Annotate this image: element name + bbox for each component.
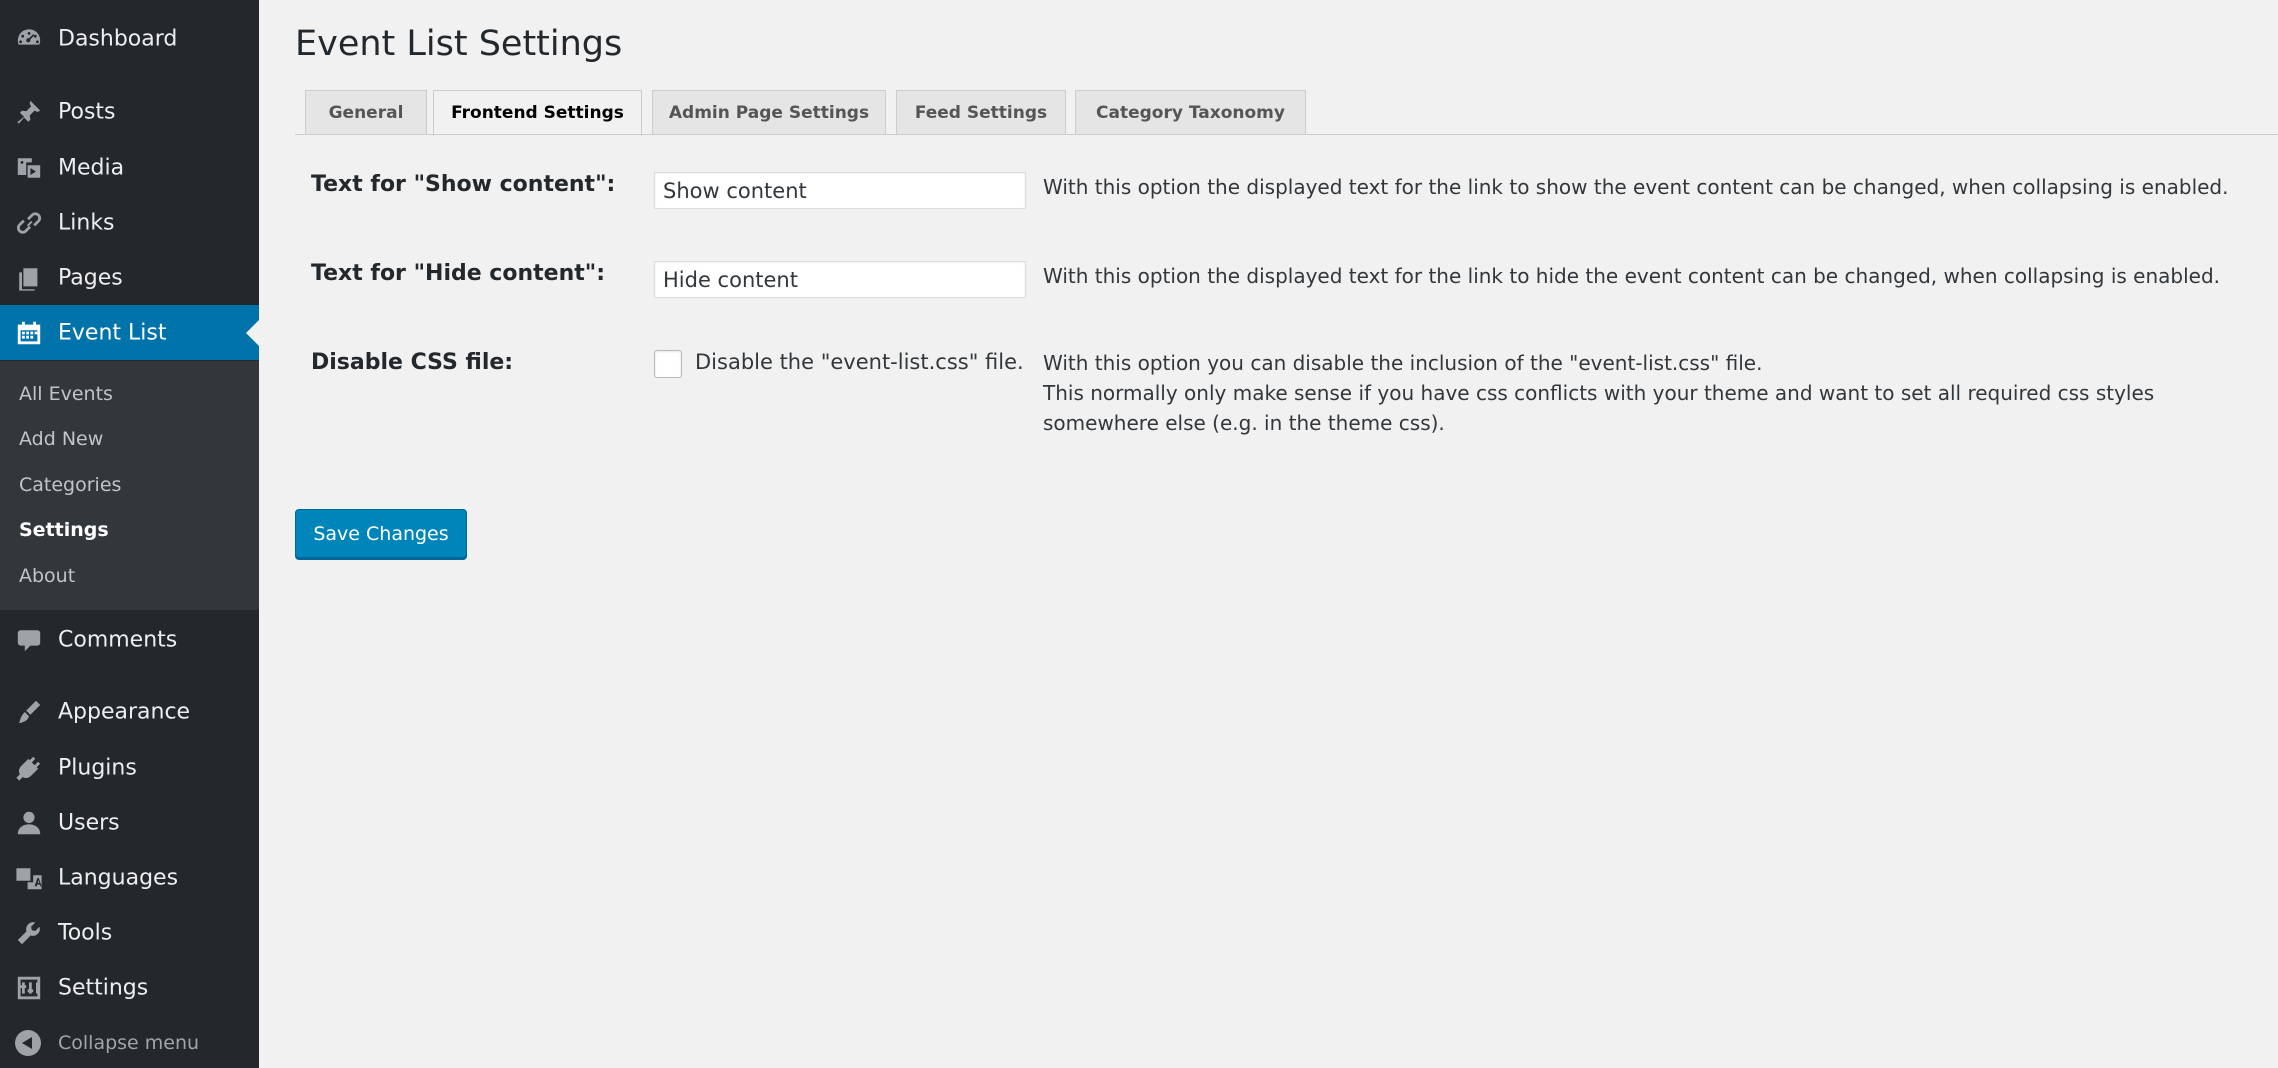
paintbrush-icon <box>14 697 44 727</box>
sidebar-item-label: Links <box>58 210 115 235</box>
sidebar-item-appearance[interactable]: Appearance <box>0 684 259 739</box>
show-content-label: Text for "Show content": <box>311 172 616 197</box>
sidebar-item-users[interactable]: Users <box>0 795 259 850</box>
sidebar-item-label: Users <box>58 810 120 835</box>
sidebar-item-comments[interactable]: Comments <box>0 612 259 667</box>
save-changes-button[interactable]: Save Changes <box>295 509 467 558</box>
submenu-item-all-events[interactable]: All Events <box>19 383 113 405</box>
sidebar-item-label: Appearance <box>58 699 191 724</box>
collapse-menu-label: Collapse menu <box>58 1031 200 1054</box>
comment-icon <box>14 625 44 655</box>
sidebar-item-dashboard[interactable]: Dashboard <box>0 11 259 66</box>
disable-css-label: Disable CSS file: <box>311 350 514 375</box>
translation-icon <box>14 863 44 893</box>
sidebar-item-label: Posts <box>58 99 116 124</box>
submenu-item-categories[interactable]: Categories <box>19 474 121 496</box>
pushpin-icon <box>14 97 44 127</box>
collapse-arrow-icon <box>15 1029 41 1056</box>
sidebar-item-label: Event List <box>58 320 167 345</box>
user-icon <box>14 808 44 838</box>
submenu-item-add-new[interactable]: Add New <box>19 428 103 450</box>
sidebar-item-label: Dashboard <box>58 26 178 51</box>
event-list-submenu: All Events Add New Categories Settings A… <box>0 361 259 610</box>
sidebar-item-tools[interactable]: Tools <box>0 905 259 960</box>
wrench-icon <box>14 918 44 948</box>
sidebar-item-label: Comments <box>58 627 178 652</box>
dashboard-icon <box>14 24 44 54</box>
sidebar-item-label: Tools <box>58 920 113 945</box>
hide-content-description: With this option the displayed text for … <box>1043 264 2221 288</box>
submenu-item-settings[interactable]: Settings <box>19 519 109 541</box>
page-title: Event List Settings <box>295 24 623 64</box>
sidebar-item-media[interactable]: Media <box>0 140 259 195</box>
media-icon <box>14 153 44 183</box>
tab-frontend-settings[interactable]: Frontend Settings <box>433 90 642 136</box>
sidebar-item-label: Plugins <box>58 755 137 780</box>
plugin-icon <box>14 753 44 783</box>
sidebar-item-label: Languages <box>58 865 179 890</box>
sidebar-item-plugins[interactable]: Plugins <box>0 740 259 795</box>
tab-admin-page-settings[interactable]: Admin Page Settings <box>652 90 886 135</box>
hide-content-input[interactable] <box>654 261 1026 298</box>
calendar-icon <box>14 318 44 348</box>
tab-general[interactable]: General <box>305 90 427 135</box>
sidebar-item-label: Media <box>58 155 125 180</box>
hide-content-label: Text for "Hide content": <box>311 261 606 286</box>
submenu-item-about[interactable]: About <box>19 565 75 587</box>
sidebar-item-posts[interactable]: Posts <box>0 84 259 139</box>
sidebar-item-languages[interactable]: Languages <box>0 850 259 905</box>
disable-css-description-line-2: This normally only make sense if you hav… <box>1043 381 2155 405</box>
sidebar-item-links[interactable]: Links <box>0 195 259 250</box>
disable-css-checkbox[interactable] <box>654 350 682 378</box>
disable-css-checkbox-label[interactable]: Disable the "event-list.css" file. <box>695 350 1024 374</box>
pages-icon <box>14 263 44 293</box>
disable-css-description-line-3: somewhere else (e.g. in the theme css). <box>1043 411 1445 435</box>
disable-css-description-line-1: With this option you can disable the inc… <box>1043 351 1763 375</box>
tabs-divider <box>295 134 2278 135</box>
admin-sidebar: Dashboard Posts Media Links Pages Event … <box>0 0 259 1068</box>
show-content-description: With this option the displayed text for … <box>1043 175 2229 199</box>
sidebar-item-label: Pages <box>58 265 123 290</box>
show-content-input[interactable] <box>654 172 1026 209</box>
sliders-icon <box>14 973 44 1003</box>
collapse-menu-button[interactable]: Collapse menu <box>0 1020 259 1065</box>
sidebar-item-event-list[interactable]: Event List <box>0 305 259 360</box>
sidebar-item-label: Settings <box>58 975 149 1000</box>
sidebar-item-pages[interactable]: Pages <box>0 250 259 305</box>
link-icon <box>14 208 44 238</box>
sidebar-item-settings[interactable]: Settings <box>0 960 259 1015</box>
tab-category-taxonomy[interactable]: Category Taxonomy <box>1075 90 1306 135</box>
tab-feed-settings[interactable]: Feed Settings <box>896 90 1066 135</box>
